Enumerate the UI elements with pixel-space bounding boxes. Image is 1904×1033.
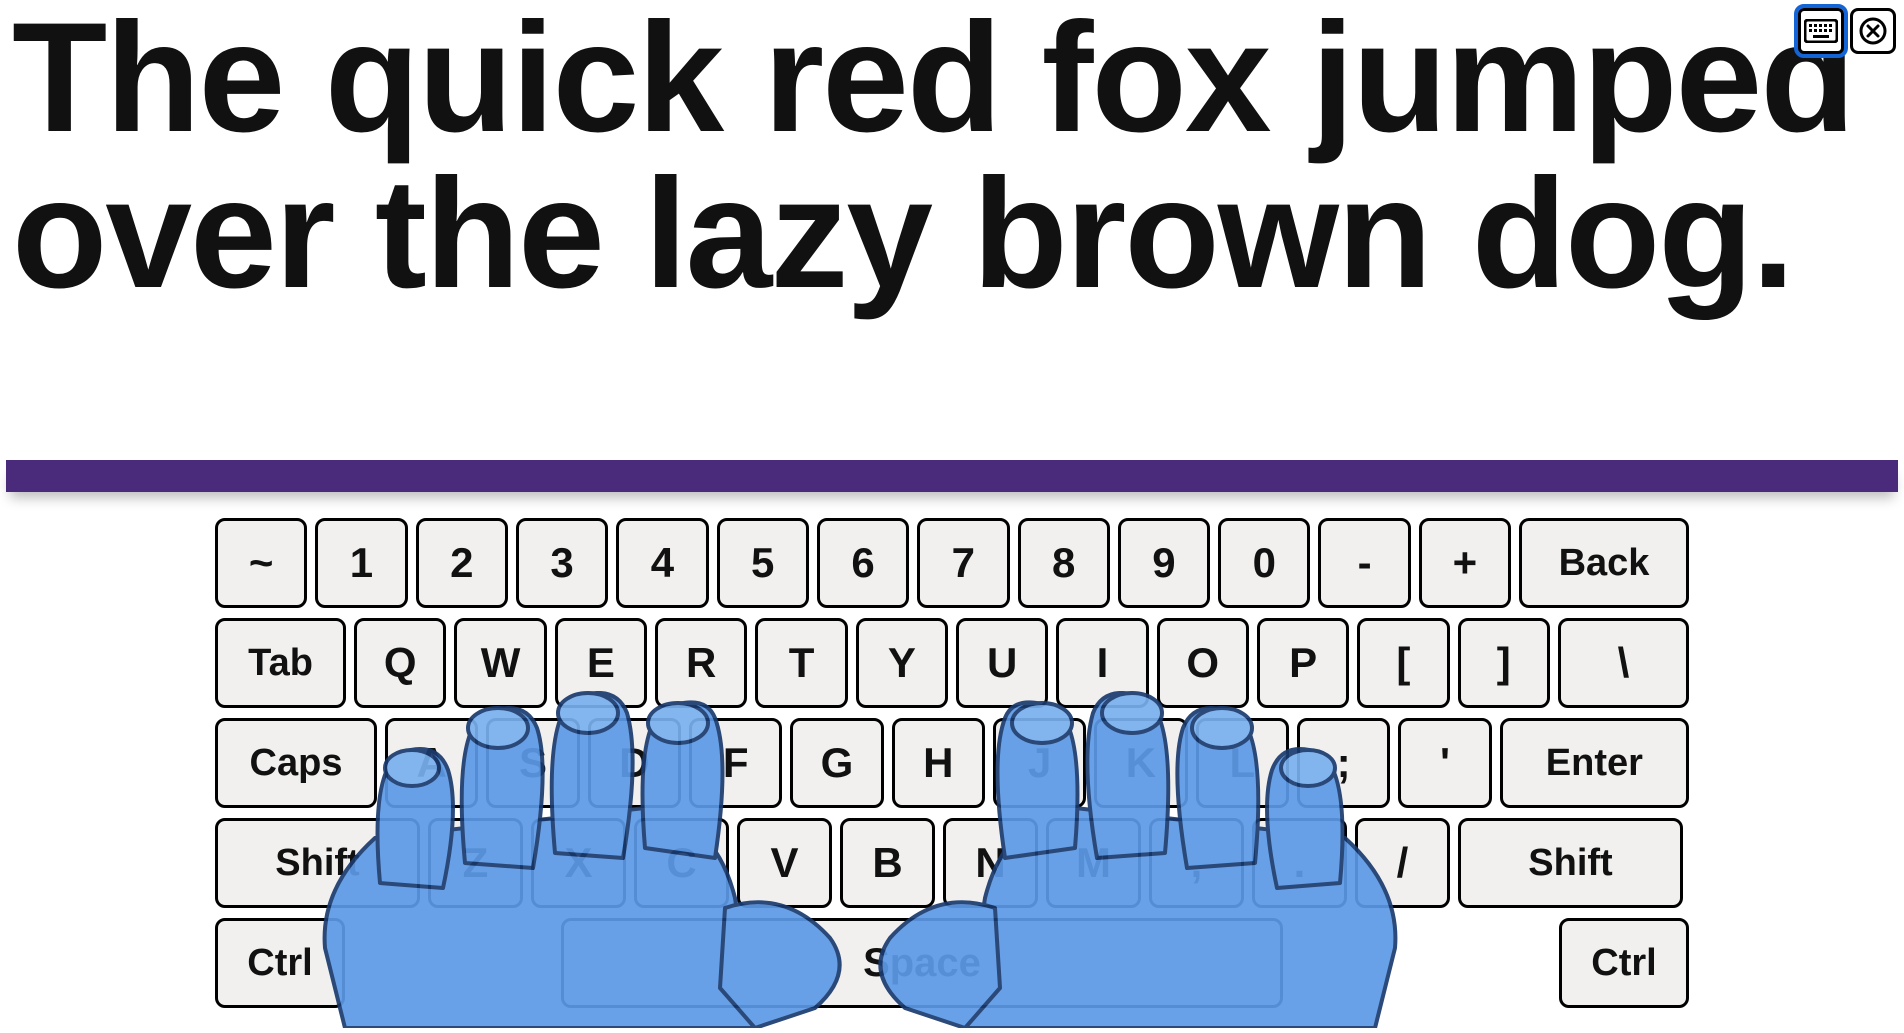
- key-j[interactable]: J: [993, 718, 1086, 808]
- virtual-keyboard: ~ 1 2 3 4 5 6 7 8 9 0 - + Back Tab Q W E: [215, 518, 1689, 1018]
- key-p[interactable]: P: [1257, 618, 1349, 708]
- key-ctrl-left[interactable]: Ctrl: [215, 918, 345, 1008]
- key-s[interactable]: S: [486, 718, 579, 808]
- key-comma[interactable]: ,: [1149, 818, 1244, 908]
- key-backspace[interactable]: Back: [1519, 518, 1689, 608]
- typing-text-area[interactable]: The quick red fox jumped over the lazy b…: [6, 0, 1898, 460]
- key-x[interactable]: X: [531, 818, 626, 908]
- key-y[interactable]: Y: [856, 618, 948, 708]
- key-m[interactable]: M: [1046, 818, 1141, 908]
- close-icon: [1858, 16, 1888, 46]
- key-backslash[interactable]: \: [1558, 618, 1689, 708]
- key-u[interactable]: U: [956, 618, 1048, 708]
- key-ctrl-right[interactable]: Ctrl: [1559, 918, 1689, 1008]
- key-tilde[interactable]: ~: [215, 518, 307, 608]
- key-caps[interactable]: Caps: [215, 718, 377, 808]
- key-9[interactable]: 9: [1118, 518, 1210, 608]
- key-8[interactable]: 8: [1018, 518, 1110, 608]
- key-enter[interactable]: Enter: [1500, 718, 1689, 808]
- keyboard-toggle-button[interactable]: [1798, 8, 1844, 54]
- key-w[interactable]: W: [454, 618, 546, 708]
- key-c[interactable]: C: [634, 818, 729, 908]
- key-minus[interactable]: -: [1318, 518, 1410, 608]
- key-b[interactable]: B: [840, 818, 935, 908]
- key-7[interactable]: 7: [917, 518, 1009, 608]
- close-button[interactable]: [1850, 8, 1896, 54]
- key-bracket-left[interactable]: [: [1357, 618, 1449, 708]
- key-5[interactable]: 5: [717, 518, 809, 608]
- key-e[interactable]: E: [555, 618, 647, 708]
- key-q[interactable]: Q: [354, 618, 446, 708]
- key-v[interactable]: V: [737, 818, 832, 908]
- separator-bar: [6, 460, 1898, 492]
- key-g[interactable]: G: [790, 718, 883, 808]
- key-period[interactable]: .: [1252, 818, 1347, 908]
- key-o[interactable]: O: [1157, 618, 1249, 708]
- key-n[interactable]: N: [943, 818, 1038, 908]
- key-k[interactable]: K: [1094, 718, 1187, 808]
- key-d[interactable]: D: [588, 718, 681, 808]
- key-6[interactable]: 6: [817, 518, 909, 608]
- typing-text: The quick red fox jumped over the lazy b…: [6, 0, 1898, 312]
- key-2[interactable]: 2: [416, 518, 508, 608]
- key-r[interactable]: R: [655, 618, 747, 708]
- key-0[interactable]: 0: [1218, 518, 1310, 608]
- key-apostrophe[interactable]: ': [1398, 718, 1491, 808]
- key-3[interactable]: 3: [516, 518, 608, 608]
- key-bracket-right[interactable]: ]: [1458, 618, 1550, 708]
- key-t[interactable]: T: [755, 618, 847, 708]
- key-1[interactable]: 1: [315, 518, 407, 608]
- key-shift-right[interactable]: Shift: [1458, 818, 1683, 908]
- key-slash[interactable]: /: [1355, 818, 1450, 908]
- key-4[interactable]: 4: [616, 518, 708, 608]
- key-a[interactable]: A: [385, 718, 478, 808]
- key-plus[interactable]: +: [1419, 518, 1511, 608]
- key-tab[interactable]: Tab: [215, 618, 346, 708]
- key-l[interactable]: L: [1196, 718, 1289, 808]
- keyboard-icon: [1804, 19, 1838, 43]
- key-z[interactable]: Z: [428, 818, 523, 908]
- key-shift-left[interactable]: Shift: [215, 818, 420, 908]
- key-i[interactable]: I: [1056, 618, 1148, 708]
- key-space[interactable]: Space: [561, 918, 1283, 1008]
- key-semicolon[interactable]: ;: [1297, 718, 1390, 808]
- key-h[interactable]: H: [892, 718, 985, 808]
- key-f[interactable]: F: [689, 718, 782, 808]
